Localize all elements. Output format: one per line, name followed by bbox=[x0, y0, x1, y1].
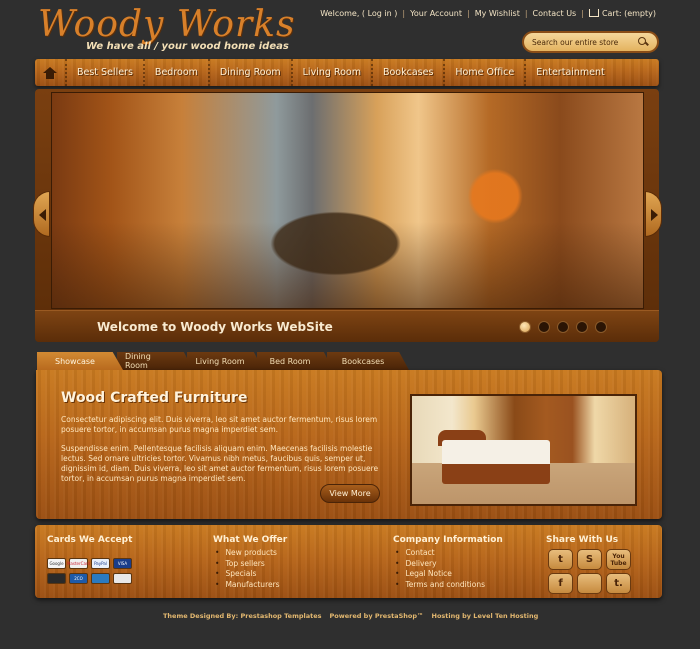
company-legal-link[interactable]: Legal Notice bbox=[395, 569, 485, 580]
slider-next-arrow-icon[interactable] bbox=[645, 191, 662, 237]
top-links: Welcome, ( Log in ) | Your Account | My … bbox=[320, 8, 656, 19]
contact-link[interactable]: Contact Us bbox=[533, 9, 577, 18]
card-icon bbox=[47, 573, 66, 584]
skype-icon[interactable]: S bbox=[577, 549, 602, 570]
search-box[interactable]: Search our entire store bbox=[522, 31, 659, 53]
slider-caption: Welcome to Woody Works WebSite bbox=[97, 319, 333, 334]
offer-heading: What We Offer bbox=[213, 535, 288, 545]
slider-dot[interactable] bbox=[576, 321, 588, 333]
logo-tagline: We have all / your wood home ideas bbox=[86, 41, 289, 52]
showcase-panel: Wood Crafted Furniture Consectetur adipi… bbox=[36, 370, 662, 519]
tab-bed-room[interactable]: Bed Room bbox=[257, 352, 333, 370]
slide-image-kitchen[interactable] bbox=[51, 92, 644, 309]
nav-item-bedroom[interactable]: Bedroom bbox=[142, 59, 208, 86]
nav-item-bookcases[interactable]: Bookcases bbox=[370, 59, 443, 86]
offer-list: New products Top sellers Specials Manufa… bbox=[215, 548, 280, 591]
social-icons: t S You Tube f t. bbox=[548, 549, 631, 594]
share-heading: Share With Us bbox=[546, 535, 619, 545]
nav-item-best-sellers[interactable]: Best Sellers bbox=[65, 59, 143, 86]
offer-specials-link[interactable]: Specials bbox=[215, 569, 280, 580]
slider-dot[interactable] bbox=[519, 321, 531, 333]
youtube-icon[interactable]: You Tube bbox=[606, 549, 631, 570]
wishlist-link[interactable]: My Wishlist bbox=[475, 9, 520, 18]
google-card-icon: Google bbox=[47, 558, 66, 569]
cart-icon bbox=[588, 9, 599, 17]
credit-designed[interactable]: Theme Designed By: Prestashop Templates bbox=[163, 612, 322, 620]
view-more-button[interactable]: View More bbox=[320, 484, 380, 503]
separator: | bbox=[467, 8, 470, 18]
site-logo[interactable]: Woody Works We have all / your wood home… bbox=[38, 4, 308, 54]
company-terms-link[interactable]: Terms and conditions bbox=[395, 580, 485, 591]
cart-label: Cart: (empty) bbox=[601, 9, 656, 18]
home-icon bbox=[43, 66, 57, 79]
offer-manufacturers-link[interactable]: Manufacturers bbox=[215, 580, 279, 591]
company-contact-link[interactable]: Contact bbox=[395, 548, 485, 559]
slider-dot[interactable] bbox=[538, 321, 550, 333]
slider-dot[interactable] bbox=[595, 321, 607, 333]
2co-card-icon: 2CO bbox=[69, 573, 88, 584]
offer-new-products-link[interactable]: New products bbox=[215, 548, 280, 559]
separator: | bbox=[402, 8, 406, 18]
search-icon[interactable] bbox=[637, 36, 649, 48]
facebook-icon[interactable]: f bbox=[548, 573, 573, 594]
credit-powered[interactable]: Powered by PrestaShop™ bbox=[330, 612, 424, 620]
slider-caption-bar: Welcome to Woody Works WebSite bbox=[35, 310, 659, 342]
cards-heading: Cards We Accept bbox=[47, 535, 133, 545]
card-icon bbox=[91, 573, 110, 584]
showcase-paragraph: Suspendisse enim. Pellentesque facilisis… bbox=[61, 444, 379, 483]
footer-credits: Theme Designed By: Prestashop Templates … bbox=[163, 612, 538, 620]
dropbox-icon[interactable] bbox=[577, 573, 602, 594]
nav-item-entertainment[interactable]: Entertainment bbox=[524, 59, 615, 86]
tab-living-room[interactable]: Living Room bbox=[187, 352, 263, 370]
separator: | bbox=[524, 8, 528, 18]
amex-icon bbox=[113, 573, 132, 584]
slider-prev-arrow-icon[interactable] bbox=[33, 191, 50, 237]
mastercard-icon: MasterCard bbox=[67, 558, 90, 569]
tumblr-icon[interactable]: t. bbox=[606, 573, 631, 594]
nav-home[interactable] bbox=[35, 59, 65, 86]
logo-title: Woody Works bbox=[38, 4, 296, 45]
main-nav: Best Sellers Bedroom Dining Room Living … bbox=[35, 59, 659, 86]
credit-hosting[interactable]: Hosting by Level Ten Hosting bbox=[432, 612, 539, 620]
company-delivery-link[interactable]: Delivery bbox=[395, 559, 485, 570]
bed-shape bbox=[442, 440, 550, 484]
company-heading: Company Information bbox=[393, 535, 503, 545]
account-link[interactable]: Your Account bbox=[410, 9, 462, 18]
showcase-bedroom-image[interactable] bbox=[410, 394, 637, 506]
showcase-paragraph: Consectetur adipiscing elit. Duis viverr… bbox=[61, 415, 378, 434]
payment-cards: Google MasterCard PayPal VISA 2CO bbox=[47, 558, 132, 584]
paypal-icon: PayPal bbox=[91, 558, 110, 569]
nav-item-home-office[interactable]: Home Office bbox=[443, 59, 524, 86]
tab-showcase[interactable]: Showcase bbox=[37, 352, 123, 370]
company-list: Contact Delivery Legal Notice Terms and … bbox=[395, 548, 485, 590]
nav-item-living-room[interactable]: Living Room bbox=[290, 59, 371, 86]
login-link[interactable]: Welcome, ( Log in ) bbox=[320, 9, 397, 18]
search-input[interactable]: Search our entire store bbox=[532, 38, 637, 47]
separator: | bbox=[581, 8, 584, 18]
offer-top-sellers-link[interactable]: Top sellers bbox=[215, 559, 280, 570]
twitter-icon[interactable]: t bbox=[548, 549, 573, 570]
slider-dots bbox=[519, 321, 607, 333]
visa-icon: VISA bbox=[113, 558, 132, 569]
tab-dining-room[interactable]: Dining Room bbox=[117, 352, 193, 370]
showcase-title: Wood Crafted Furniture bbox=[61, 390, 248, 406]
nav-item-dining-room[interactable]: Dining Room bbox=[207, 59, 291, 86]
tab-bookcases[interactable]: Bookcases bbox=[327, 352, 409, 370]
footer: Cards We Accept Google MasterCard PayPal… bbox=[35, 525, 662, 598]
slider-dot[interactable] bbox=[557, 321, 569, 333]
showcase-tabs: Showcase Dining Room Living Room Bed Roo… bbox=[37, 352, 409, 370]
cart-link[interactable]: Cart: (empty) bbox=[588, 8, 656, 18]
